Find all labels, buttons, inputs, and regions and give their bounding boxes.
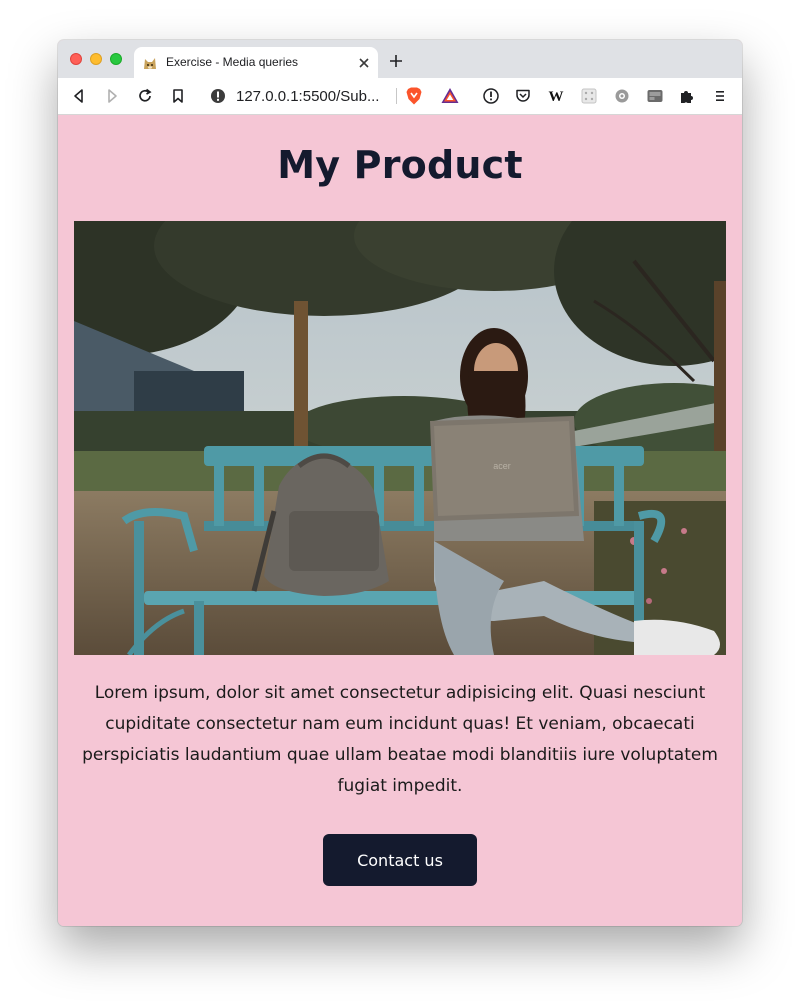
close-tab-icon[interactable]: [356, 55, 372, 71]
brave-rewards-icon[interactable]: [440, 86, 460, 106]
wikipedia-icon[interactable]: W: [547, 87, 565, 105]
screenshot-extension-icon[interactable]: [646, 87, 664, 105]
pocket-icon[interactable]: [514, 87, 532, 105]
address-bar[interactable]: 127.0.0.1:5500/Sub...: [200, 82, 470, 110]
bookmark-icon[interactable]: [169, 87, 187, 105]
browser-window: Exercise - Media queries 127.0.0.1:5500/…: [58, 40, 742, 926]
svg-text:W: W: [549, 89, 564, 105]
product-hero-image: acer: [74, 221, 726, 655]
address-bar-divider: [396, 88, 397, 104]
close-window-button[interactable]: [70, 53, 82, 65]
menu-icon[interactable]: [711, 87, 729, 105]
browser-toolbar: 127.0.0.1:5500/Sub... W: [58, 78, 742, 115]
doge-favicon-icon: [144, 58, 156, 69]
brave-shields-icon[interactable]: [404, 86, 424, 106]
tab-title: Exercise - Media queries: [166, 55, 299, 69]
forward-icon[interactable]: [103, 87, 121, 105]
page-title: My Product: [277, 143, 523, 187]
settings-gear-icon[interactable]: [613, 87, 631, 105]
site-info-icon[interactable]: [210, 88, 226, 104]
tab-active[interactable]: Exercise - Media queries: [134, 47, 378, 78]
reload-icon[interactable]: [136, 87, 154, 105]
product-description: Lorem ipsum, dolor sit amet consectetur …: [82, 683, 718, 796]
contact-us-button[interactable]: Contact us: [323, 834, 477, 886]
warning-icon[interactable]: [482, 87, 500, 105]
tab-bar: Exercise - Media queries: [58, 40, 742, 78]
page-viewport: My Product acer Lorem ipsum, dolor sit a…: [58, 115, 742, 926]
svg-text:acer: acer: [493, 461, 511, 471]
puzzle-extensions-icon[interactable]: [678, 87, 696, 105]
minimize-window-button[interactable]: [90, 53, 102, 65]
new-tab-icon[interactable]: [388, 53, 404, 69]
url-text: 127.0.0.1:5500/Sub...: [236, 88, 380, 105]
zoom-window-button[interactable]: [110, 53, 122, 65]
extension-grid-icon[interactable]: [580, 87, 598, 105]
back-icon[interactable]: [70, 87, 88, 105]
